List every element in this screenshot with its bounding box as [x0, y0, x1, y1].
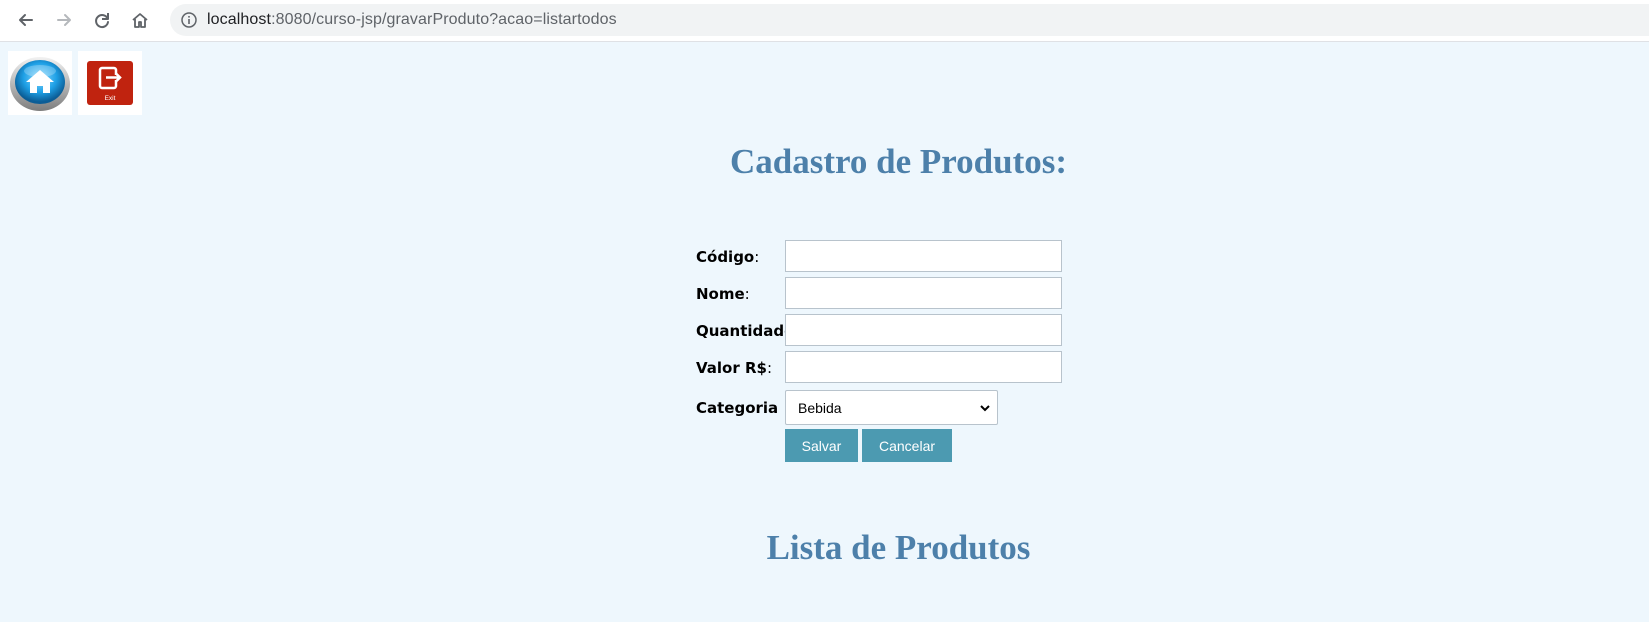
chevron-down-icon — [980, 405, 990, 412]
categoria-selected-value: Bebida — [798, 400, 842, 416]
back-arrow-icon[interactable] — [12, 6, 40, 34]
exit-icon-text: Exit — [105, 95, 116, 102]
categoria-select[interactable]: Bebida — [785, 390, 998, 425]
info-icon[interactable] — [181, 12, 197, 28]
url-text[interactable]: localhost:8080/curso-jsp/gravarProduto?a… — [207, 11, 617, 29]
exit-link[interactable]: Exit — [78, 51, 142, 115]
list-title: Lista de Produtos — [766, 528, 1031, 567]
codigo-field[interactable] — [785, 240, 1062, 272]
reload-icon[interactable] — [88, 6, 116, 34]
home-icon — [10, 57, 70, 111]
url-host: localhost — [207, 11, 272, 28]
home-link[interactable] — [8, 51, 72, 115]
cancel-button[interactable]: Cancelar — [862, 429, 952, 462]
save-button[interactable]: Salvar — [785, 429, 858, 462]
valor-field[interactable] — [785, 351, 1062, 383]
nome-field[interactable] — [785, 277, 1062, 309]
browser-home-icon[interactable] — [126, 6, 154, 34]
forward-arrow-icon[interactable] — [50, 6, 78, 34]
valor-label: Valor R$: — [696, 359, 773, 377]
categoria-label: Categoria — [696, 399, 779, 417]
quantidade-label: Quantidade: — [696, 322, 799, 340]
url-path: :8080/curso-jsp/gravarProduto?acao=lista… — [271, 11, 617, 28]
page-title: Cadastro de Produtos: — [729, 142, 1068, 181]
exit-icon: Exit — [87, 61, 133, 105]
browser-toolbar: localhost:8080/curso-jsp/gravarProduto?a… — [0, 0, 1649, 42]
quantidade-field[interactable] — [785, 314, 1062, 346]
nome-label: Nome: — [696, 285, 750, 303]
address-bar[interactable]: localhost:8080/curso-jsp/gravarProduto?a… — [170, 4, 1649, 36]
codigo-label: Código: — [696, 248, 760, 266]
